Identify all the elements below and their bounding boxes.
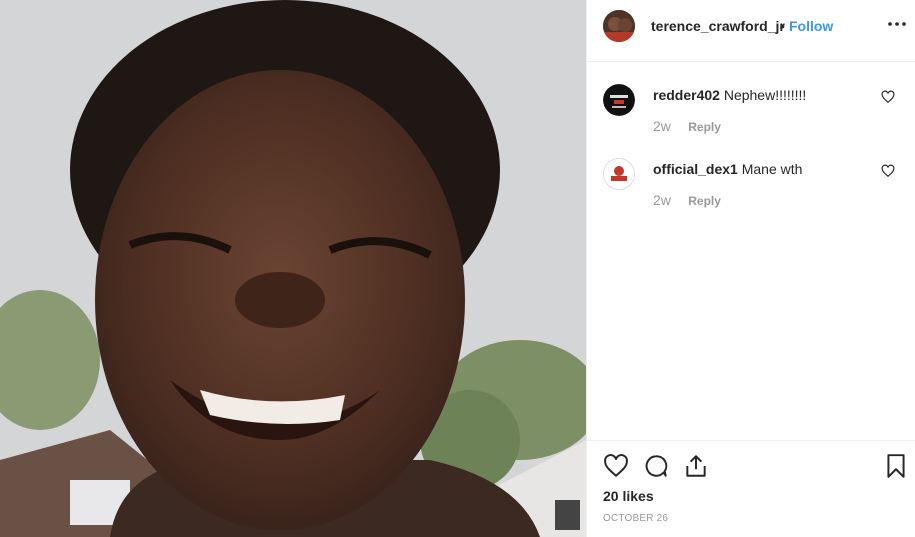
- post-sidebar: terence_crawford_jr • Follow redder402 N…: [586, 0, 915, 537]
- heart-icon[interactable]: [603, 453, 629, 479]
- bookmark-icon[interactable]: [883, 453, 909, 479]
- more-options-icon[interactable]: [885, 12, 909, 36]
- post-image: [0, 0, 586, 537]
- comment-meta: 2w Reply: [653, 118, 721, 134]
- commenter-avatar[interactable]: [603, 84, 635, 116]
- like-comment-icon[interactable]: [881, 90, 895, 104]
- avatar-image: [603, 84, 635, 116]
- post-date[interactable]: OCTOBER 26: [603, 513, 668, 524]
- comment-body: redder402 Nephew!!!!!!!!: [653, 87, 806, 103]
- share-icon[interactable]: [683, 453, 709, 479]
- comment-age[interactable]: 2w: [653, 192, 671, 208]
- comment-item: official_dex1 Mane wth 2w Reply: [587, 158, 915, 232]
- author-username[interactable]: terence_crawford_jr: [651, 18, 785, 34]
- post-photo[interactable]: [0, 0, 586, 537]
- comment-body: official_dex1 Mane wth: [653, 161, 802, 177]
- avatar-image: [604, 159, 634, 189]
- post-header: terence_crawford_jr • Follow: [587, 0, 915, 62]
- comment-text: Mane wth: [741, 161, 803, 177]
- post-actions: 20 likes OCTOBER 26: [587, 440, 915, 537]
- reply-button[interactable]: Reply: [688, 194, 721, 208]
- comment-username[interactable]: redder402: [653, 87, 720, 103]
- likes-count[interactable]: 20 likes: [603, 488, 654, 504]
- author-avatar[interactable]: [603, 10, 635, 42]
- commenter-avatar[interactable]: [603, 158, 635, 190]
- reply-button[interactable]: Reply: [688, 120, 721, 134]
- comment-icon[interactable]: [643, 453, 669, 479]
- separator-dot: •: [780, 18, 785, 34]
- follow-button[interactable]: Follow: [789, 18, 833, 34]
- comment-age[interactable]: 2w: [653, 118, 671, 134]
- like-comment-icon[interactable]: [881, 164, 895, 178]
- comment-username[interactable]: official_dex1: [653, 161, 738, 177]
- avatar-image: [603, 10, 635, 42]
- comment-text: Nephew!!!!!!!!: [723, 87, 807, 103]
- comment-item: redder402 Nephew!!!!!!!! 2w Reply: [587, 84, 915, 158]
- comment-meta: 2w Reply: [653, 192, 721, 208]
